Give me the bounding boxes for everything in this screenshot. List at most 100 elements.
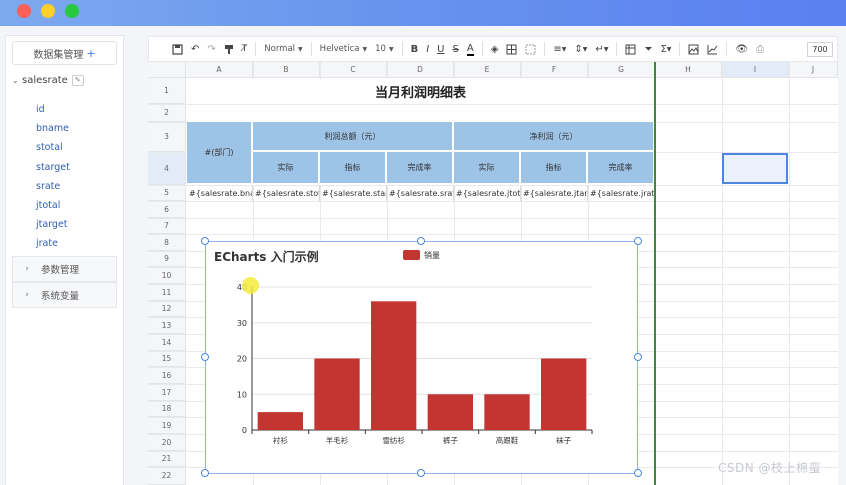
system-variable-section[interactable]: › 系统变量: [12, 282, 117, 308]
field-item[interactable]: bname: [36, 119, 70, 138]
column-header[interactable]: I: [722, 62, 789, 78]
undo-icon[interactable]: ↶: [188, 39, 202, 59]
freeze-divider[interactable]: [654, 62, 656, 485]
redo-icon[interactable]: ↷: [204, 39, 218, 59]
row-header[interactable]: 7: [148, 218, 186, 234]
row-header[interactable]: 17: [148, 384, 186, 401]
profit-total-header-cell[interactable]: 利润总额（元）: [253, 122, 454, 152]
row-header[interactable]: 9: [148, 251, 186, 267]
sub-header-cell[interactable]: 完成率: [387, 152, 454, 185]
print-icon[interactable]: ⎙: [753, 39, 767, 59]
row-header[interactable]: 11: [148, 284, 186, 301]
bold-button[interactable]: B: [408, 39, 422, 59]
edit-icon[interactable]: ✎: [71, 74, 84, 86]
resize-handle[interactable]: [201, 237, 209, 245]
underline-button[interactable]: U: [434, 39, 447, 59]
resize-handle[interactable]: [417, 237, 425, 245]
clear-format-icon[interactable]: T̸: [239, 39, 251, 59]
sum-button[interactable]: Σ ▼: [657, 39, 674, 59]
column-header[interactable]: J: [789, 62, 838, 78]
row-header[interactable]: 12: [148, 301, 186, 317]
border-icon[interactable]: [503, 39, 520, 59]
resize-handle[interactable]: [634, 353, 642, 361]
text-wrap-icon[interactable]: ↵ ▼: [592, 39, 611, 59]
sub-header-cell[interactable]: 实际: [253, 152, 320, 185]
chart-object[interactable]: ECharts 入门示例 销量 010203040衬衫羊毛衫雪纺衫裤子高跟鞋袜子: [205, 241, 638, 474]
column-header[interactable]: B: [253, 62, 320, 78]
valign-icon[interactable]: ⇕ ▼: [571, 39, 590, 59]
preview-icon[interactable]: 👁: [732, 39, 751, 59]
format-painter-icon[interactable]: [221, 39, 237, 59]
net-profit-header-cell[interactable]: 净利润（元）: [454, 122, 655, 152]
save-icon[interactable]: [169, 39, 186, 59]
template-cell[interactable]: #{salesrate.jtotal}: [454, 185, 521, 201]
template-cell[interactable]: #{salesrate.bname}: [187, 185, 253, 201]
resize-handle[interactable]: [634, 469, 642, 477]
column-header[interactable]: H: [655, 62, 722, 78]
row-header[interactable]: 18: [148, 401, 186, 417]
row-header[interactable]: 2: [148, 104, 186, 122]
sub-header-cell[interactable]: 指标: [521, 152, 588, 185]
font-dropdown[interactable]: Helvetica ▼: [317, 39, 370, 59]
maximize-window-icon[interactable]: [65, 4, 79, 18]
row-header[interactable]: 10: [148, 267, 186, 284]
column-header[interactable]: F: [521, 62, 588, 78]
row-header[interactable]: 20: [148, 434, 186, 451]
active-cell[interactable]: [722, 153, 788, 184]
row-header[interactable]: 16: [148, 367, 186, 384]
close-window-icon[interactable]: [17, 4, 31, 18]
row-header[interactable]: 8: [148, 234, 186, 251]
zoom-input[interactable]: 700: [807, 41, 833, 57]
spreadsheet-grid[interactable]: A B C D E F G H I J 1 2 3 4 5 6 7 8 9 10…: [148, 62, 838, 485]
row-header[interactable]: 14: [148, 334, 186, 351]
column-header[interactable]: G: [588, 62, 655, 78]
sub-header-cell[interactable]: 指标: [320, 152, 387, 185]
row-header[interactable]: 22: [148, 467, 186, 485]
dept-header-cell[interactable]: #(部门): [187, 122, 253, 185]
sub-header-cell[interactable]: 实际: [454, 152, 521, 185]
report-title-cell[interactable]: 当月利润明细表: [187, 79, 654, 104]
template-cell[interactable]: #{salesrate.starget}: [320, 185, 387, 201]
merge-cells-icon[interactable]: [522, 39, 539, 59]
row-header[interactable]: 21: [148, 451, 186, 467]
sub-header-cell[interactable]: 完成率: [588, 152, 655, 185]
dataset-tree-node[interactable]: ⌄ salesrate ✎: [12, 72, 84, 88]
row-header[interactable]: 6: [148, 201, 186, 218]
align-icon[interactable]: ≡ ▼: [550, 39, 569, 59]
image-icon[interactable]: [685, 39, 702, 59]
resize-handle[interactable]: [634, 237, 642, 245]
row-header[interactable]: 4: [148, 152, 186, 185]
column-header[interactable]: D: [387, 62, 454, 78]
field-item[interactable]: jtotal: [36, 196, 70, 215]
freeze-icon[interactable]: [622, 39, 639, 59]
template-cell[interactable]: #{salesrate.jrate}: [588, 185, 655, 201]
column-header[interactable]: A: [186, 62, 253, 78]
empty-row-cell[interactable]: [187, 105, 654, 122]
column-header[interactable]: E: [454, 62, 521, 78]
template-cell[interactable]: #{salesrate.srate}: [387, 185, 454, 201]
row-header[interactable]: 13: [148, 317, 186, 334]
minimize-window-icon[interactable]: [41, 4, 55, 18]
field-item[interactable]: id: [36, 100, 70, 119]
font-size-dropdown[interactable]: 10 ▼: [372, 39, 396, 59]
dataset-manage-button[interactable]: 数据集管理 +: [12, 41, 117, 65]
font-color-button[interactable]: A: [464, 39, 477, 59]
field-item[interactable]: jtarget: [36, 215, 70, 234]
row-header[interactable]: 5: [148, 185, 186, 201]
italic-button[interactable]: I: [423, 39, 432, 59]
row-header[interactable]: 1: [148, 78, 186, 104]
row-header[interactable]: 15: [148, 351, 186, 367]
column-header[interactable]: C: [320, 62, 387, 78]
template-cell[interactable]: #{salesrate.jtarget}: [521, 185, 588, 201]
fill-color-icon[interactable]: ◈: [488, 39, 502, 59]
style-dropdown[interactable]: Normal ▼: [261, 39, 305, 59]
row-header[interactable]: 3: [148, 122, 186, 152]
chevron-down-icon[interactable]: ⌄: [12, 76, 22, 85]
strikethrough-button[interactable]: S: [449, 39, 461, 59]
chart-icon[interactable]: [704, 39, 721, 59]
resize-handle[interactable]: [417, 469, 425, 477]
filter-icon[interactable]: ⏷: [641, 39, 655, 59]
row-header[interactable]: 19: [148, 417, 186, 434]
template-cell[interactable]: #{salesrate.stotal}: [253, 185, 320, 201]
grid-corner[interactable]: [148, 62, 186, 78]
